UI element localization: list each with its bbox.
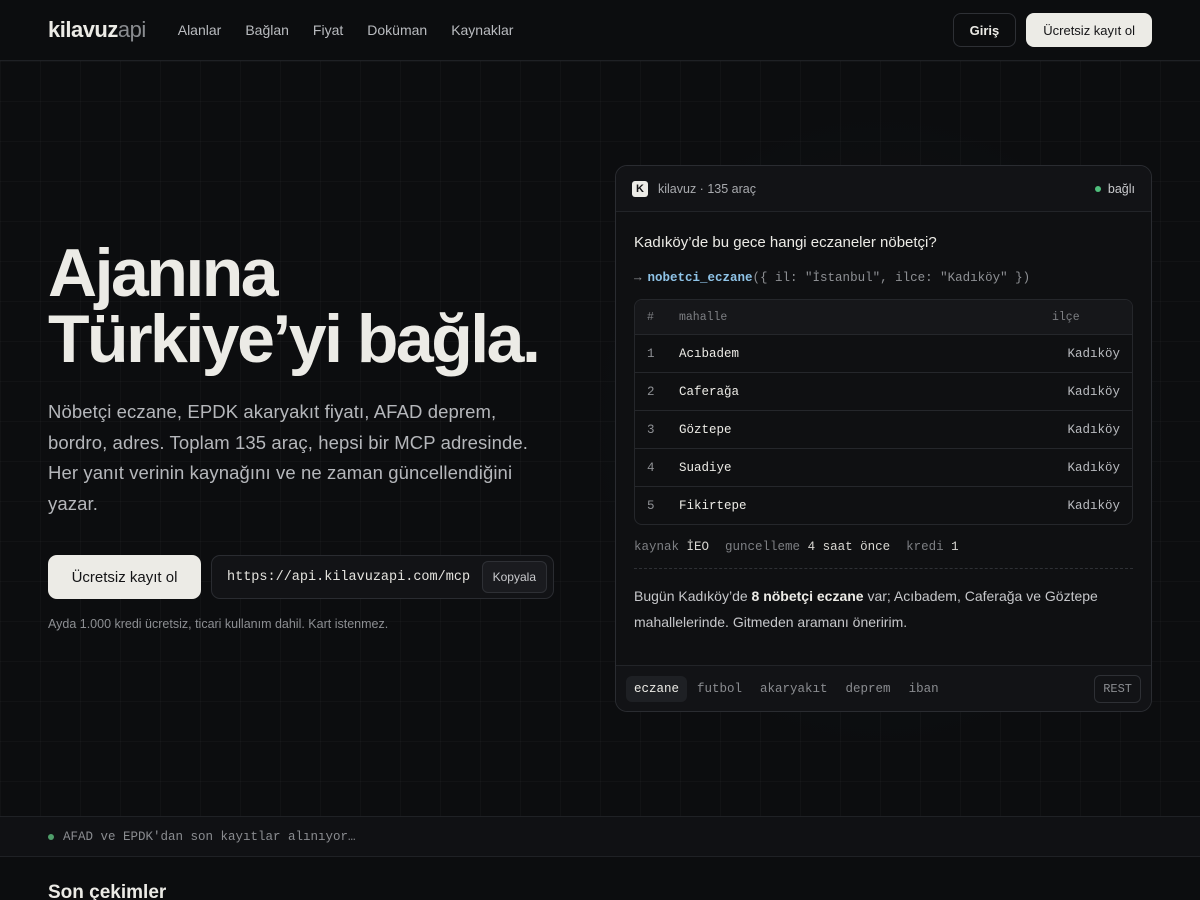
meta-source-value: İEO [686,540,710,554]
hero-title: Ajanına Türkiye’yi bağla. [48,235,541,377]
status-label: bağlı [1107,181,1135,196]
nav-link-fiyat[interactable]: Fiyat [313,22,343,38]
table-row: 2 Caferağa Kadıköy [635,372,1132,410]
table-row: 3 Göztepe Kadıköy [635,410,1132,448]
cell-index: 2 [647,384,655,399]
cell-ilce: Kadıköy [1067,422,1120,437]
cell-ilce: Kadıköy [1067,346,1120,361]
connection-status: bağlı [1094,181,1135,196]
hero-subtitle: Nöbetçi eczane, EPDK akaryakıt fiyatı, A… [48,401,529,514]
tab-deprem[interactable]: deprem [838,676,899,702]
cell-mahalle: Göztepe [679,422,732,437]
card-body: Kadıköy’de bu gece hangi eczaneler nöbet… [616,234,1151,635]
tab-eczane[interactable]: eczane [626,675,688,702]
cta-note: Ayda 1.000 kredi ücretsiz, ticari kullan… [48,617,389,631]
meta-source-key: kaynak [634,540,680,554]
cell-mahalle: Fikirtepe [679,498,747,513]
table-row: 1 Acıbadem Kadıköy [635,334,1132,372]
tool-call: → nobetci_eczane({ il: "İstanbul", ilce:… [634,271,1133,285]
hero-title-line-2: Türkiye’yi bağla. [48,301,541,377]
assistant-answer: Bugün Kadıköy’de 8 nöbetçi eczane var; A… [634,588,1098,630]
hero-signup-button[interactable]: Ücretsiz kayıt ol [48,555,201,599]
meta-update-value: 4 saat önce [807,540,891,554]
user-question: Kadıköy’de bu gece hangi eczaneler nöbet… [634,234,937,251]
cell-ilce: Kadıköy [1067,384,1120,399]
status-dot-icon [1094,185,1101,192]
cell-ilce: Kadıköy [1067,460,1120,475]
login-button[interactable]: Giriş [952,13,1017,47]
nav-link-alanlar[interactable]: Alanlar [178,22,222,38]
live-status-bar: AFAD ve EPDK'dan son kayıtlar alınıyor… [0,816,1200,857]
cell-index: 4 [647,460,655,475]
mcp-url[interactable]: https://api.kilavuzapi.com/mcp [227,570,470,585]
cell-ilce: Kadıköy [1067,498,1120,513]
logo[interactable]: kilavuz api [48,17,146,43]
nav-link-dokuman[interactable]: Doküman [367,22,427,38]
response-meta: kaynak İEO guncelleme 4 saat önce kredi … [634,540,1133,569]
cta-row: Ücretsiz kayıt ol https://api.kilavuzapi… [48,555,554,599]
cell-index: 3 [647,422,655,437]
table-header: # mahalle ilçe [635,300,1132,334]
rest-button[interactable]: REST [1094,674,1141,703]
col-header-mahalle: mahalle [679,310,728,324]
tab-akaryakit[interactable]: akaryakıt [752,676,836,702]
col-header-ilce: ilçe [1052,310,1080,324]
section-title: Son çekimler [48,882,167,900]
live-status-text: AFAD ve EPDK'dan son kayıtlar alınıyor… [63,829,356,844]
meta-credit-value: 1 [951,540,959,554]
table-row: 4 Suadiye Kadıköy [635,448,1132,486]
mcp-url-box: https://api.kilavuzapi.com/mcp Kopyala [211,555,554,599]
card-title: kilavuz · 135 araç [658,181,756,196]
demo-card: K kilavuz · 135 araç bağlı Kadıköy’de bu… [615,165,1152,712]
nav-links: Alanlar Bağlan Fiyat Doküman Kaynaklar [178,22,514,38]
nav-link-baglan[interactable]: Bağlan [245,22,289,38]
card-footer: eczane futbol akaryakıt deprem iban REST [616,665,1151,711]
tool-name: nobetci_eczane [647,271,753,285]
results-table: # mahalle ilçe 1 Acıbadem Kadıköy 2 Cafe… [634,299,1133,525]
signup-button[interactable]: Ücretsiz kayıt ol [1026,13,1152,47]
top-nav: kilavuz api Alanlar Bağlan Fiyat Doküman … [0,0,1200,61]
nav-actions: Giriş Ücretsiz kayıt ol [952,13,1152,47]
col-header-index: # [647,310,654,324]
cell-mahalle: Caferağa [679,384,740,399]
tab-futbol[interactable]: futbol [689,676,750,702]
copy-button[interactable]: Kopyala [481,561,547,593]
meta-update-key: guncelleme [725,540,801,554]
table-row: 5 Fikirtepe Kadıköy [635,486,1132,524]
cell-index: 1 [647,346,655,361]
meta-credit-key: kredi [906,540,944,554]
tool-args: ({ il: "İstanbul", ilce: "Kadıköy" }) [752,271,1031,285]
hero-title-line-1: Ajanına [48,235,279,311]
cell-index: 5 [647,498,655,513]
card-header: K kilavuz · 135 araç bağlı [616,166,1151,212]
cell-mahalle: Acıbadem [679,346,740,361]
arrow-right-icon: → [634,271,642,285]
kilavuz-logo-icon: K [632,180,648,197]
live-dot-icon [48,833,54,840]
cell-mahalle: Suadiye [679,460,732,475]
nav-link-kaynaklar[interactable]: Kaynaklar [451,22,513,38]
tab-iban[interactable]: iban [901,676,947,702]
